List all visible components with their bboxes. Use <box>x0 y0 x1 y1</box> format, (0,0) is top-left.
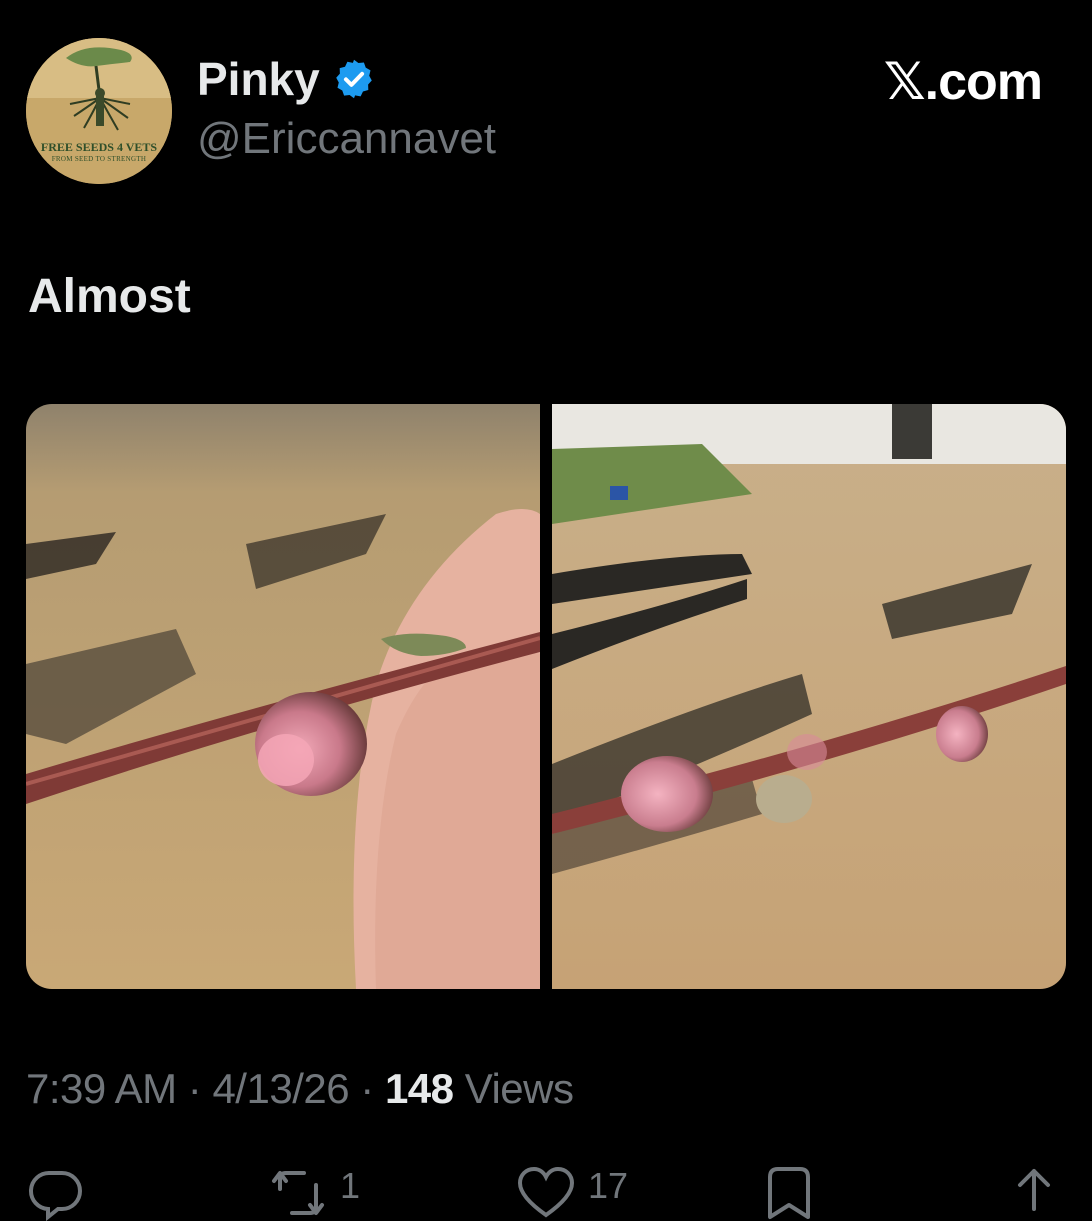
tweet-media-grid <box>26 404 1066 989</box>
like-count: 17 <box>588 1165 629 1206</box>
heart-icon <box>517 1166 575 1218</box>
meta-separator: · <box>187 1065 202 1112</box>
reply-icon <box>28 1170 82 1221</box>
repost-button[interactable]: 1 <box>268 1165 360 1221</box>
tweet-image-1[interactable] <box>26 404 540 989</box>
meta-separator: · <box>360 1065 374 1112</box>
like-button[interactable]: 17 <box>516 1165 628 1221</box>
tweet-time[interactable]: 7:39 AM <box>26 1065 177 1112</box>
bookmark-icon <box>768 1167 810 1219</box>
author-handle[interactable]: @Ericcannavet <box>197 117 496 161</box>
x-com-logo: 𝕏.com <box>883 53 1043 111</box>
author-name-row: Pinky <box>197 56 376 102</box>
avatar-logo-tagline: FROM SEED TO STRENGTH <box>51 155 147 163</box>
verified-badge-icon[interactable] <box>332 57 376 101</box>
bookmark-button[interactable] <box>764 1165 814 1221</box>
author-display-name[interactable]: Pinky <box>197 56 320 102</box>
views-count: 148 <box>384 1065 454 1112</box>
tweet-text: Almost <box>28 270 191 323</box>
share-button[interactable] <box>1014 1165 1054 1221</box>
tweet-image-2[interactable] <box>552 404 1066 989</box>
reply-button[interactable] <box>28 1165 84 1221</box>
tweet-meta: 7:39 AM · 4/13/26 · 148 Views <box>26 1065 574 1112</box>
tweet-action-bar: 1 17 <box>0 1165 1092 1221</box>
repost-count: 1 <box>340 1165 361 1206</box>
views-label: Views <box>464 1065 574 1112</box>
share-icon <box>1018 1169 1050 1211</box>
avatar[interactable]: FREE SEEDS 4 VETS FROM SEED TO STRENGTH <box>26 38 172 184</box>
avatar-logo-text: FREE SEEDS 4 VETS <box>40 140 158 154</box>
tweet-date[interactable]: 4/13/26 <box>212 1065 349 1112</box>
repost-icon <box>272 1171 324 1215</box>
